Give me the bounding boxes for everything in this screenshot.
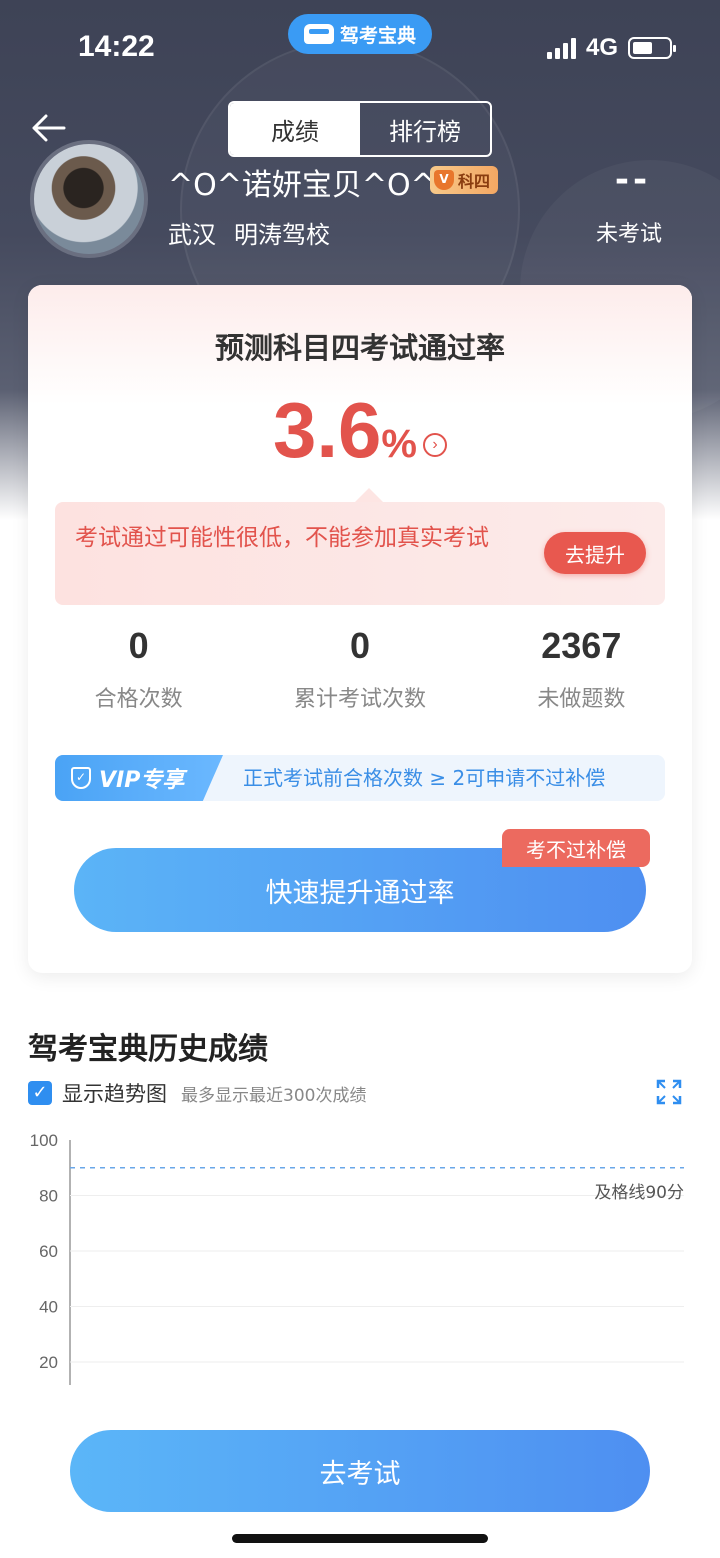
compensation-tag: 考不过补偿 (502, 829, 650, 867)
exam-score: -- (614, 160, 652, 200)
stat-undone-count: 2367 未做题数 (471, 625, 692, 713)
pass-rate-value: 3.6 (272, 386, 382, 474)
tab-switcher: 成绩 排行榜 (228, 101, 492, 157)
y-tick-label: 40 (39, 1298, 58, 1317)
stat-label: 未做题数 (537, 687, 626, 712)
improve-button[interactable]: 去提升 (544, 532, 646, 574)
pass-line-label: 及格线90分 (594, 1183, 684, 1203)
vip-text: 正式考试前合格次数 ≥ 2可申请不过补偿 (243, 766, 606, 790)
subject-badge: V 科四 (430, 166, 499, 194)
stat-value: 2367 (541, 625, 622, 666)
pass-rate-card: 预测科目四考试通过率 3.6% › 考试通过可能性很低，不能参加真实考试 去提升 … (28, 285, 692, 973)
vip-tag-label: VIP专享 (99, 768, 185, 793)
battery-icon (628, 37, 676, 59)
history-chart: 100 80 60 40 20 及格线90分 (30, 1131, 684, 1385)
y-tick-label: 80 (39, 1187, 58, 1206)
avatar[interactable] (30, 140, 148, 258)
stat-label: 累计考试次数 (293, 687, 426, 712)
vip-tag: ✓ VIP专享 (55, 755, 223, 801)
tab-scores[interactable]: 成绩 (230, 103, 360, 155)
stat-value: 0 (349, 625, 370, 666)
stats-row: 0 合格次数 0 累计考试次数 2367 未做题数 (28, 625, 692, 713)
badge-label: 科四 (458, 172, 491, 191)
user-location: 武汉 明涛驾校 (168, 215, 330, 250)
warning-text: 考试通过可能性很低，不能参加真实考试 (75, 525, 489, 551)
car-icon (303, 24, 334, 44)
pass-rate[interactable]: 3.6% › (28, 385, 692, 476)
stat-exam-count: 0 累计考试次数 (249, 625, 470, 713)
user-nickname: ^O^诺妍宝贝^O^ (168, 168, 436, 203)
history-title: 驾考宝典历史成绩 (28, 1032, 268, 1067)
pass-rate-unit: % (381, 422, 417, 466)
signal-icon (546, 37, 576, 59)
trend-checkbox-label: 显示趋势图 (62, 1082, 167, 1106)
status-time: 14:22 (78, 30, 155, 63)
arrow-left-icon (32, 114, 66, 142)
shield-check-icon: ✓ (71, 767, 91, 789)
app-pill[interactable]: 驾考宝典 (288, 14, 432, 54)
vip-bar[interactable]: ✓ VIP专享 正式考试前合格次数 ≥ 2可申请不过补偿 (55, 755, 665, 801)
trend-checkbox[interactable]: ✓ (28, 1081, 52, 1105)
tab-leaderboard[interactable]: 排行榜 (360, 103, 490, 155)
v-shield-icon: V (434, 170, 454, 190)
y-tick-label: 100 (30, 1131, 58, 1150)
home-indicator[interactable] (232, 1534, 488, 1543)
user-city: 武汉 (168, 221, 216, 249)
network-type: 4G (585, 34, 618, 61)
y-tick-label: 60 (39, 1242, 58, 1261)
stat-label: 合格次数 (94, 687, 183, 712)
user-school: 明涛驾校 (234, 221, 330, 249)
fullscreen-icon[interactable] (656, 1079, 682, 1105)
stat-value: 0 (128, 625, 149, 666)
card-title: 预测科目四考试通过率 (214, 331, 505, 365)
back-button[interactable] (28, 108, 68, 148)
stat-pass-count: 0 合格次数 (28, 625, 249, 713)
go-exam-button[interactable]: 去考试 (70, 1430, 650, 1512)
exam-score-label: 未考试 (596, 222, 663, 247)
chevron-right-icon[interactable]: › (423, 433, 447, 457)
trend-subtitle: 最多显示最近300次成绩 (181, 1085, 367, 1106)
status-indicators: 4G (546, 34, 676, 62)
app-pill-label: 驾考宝典 (339, 24, 416, 47)
warning-box: 考试通过可能性很低，不能参加真实考试 去提升 (55, 488, 665, 605)
y-tick-label: 20 (39, 1353, 58, 1372)
trend-toggle-row: ✓ 显示趋势图 最多显示最近300次成绩 (28, 1078, 366, 1108)
